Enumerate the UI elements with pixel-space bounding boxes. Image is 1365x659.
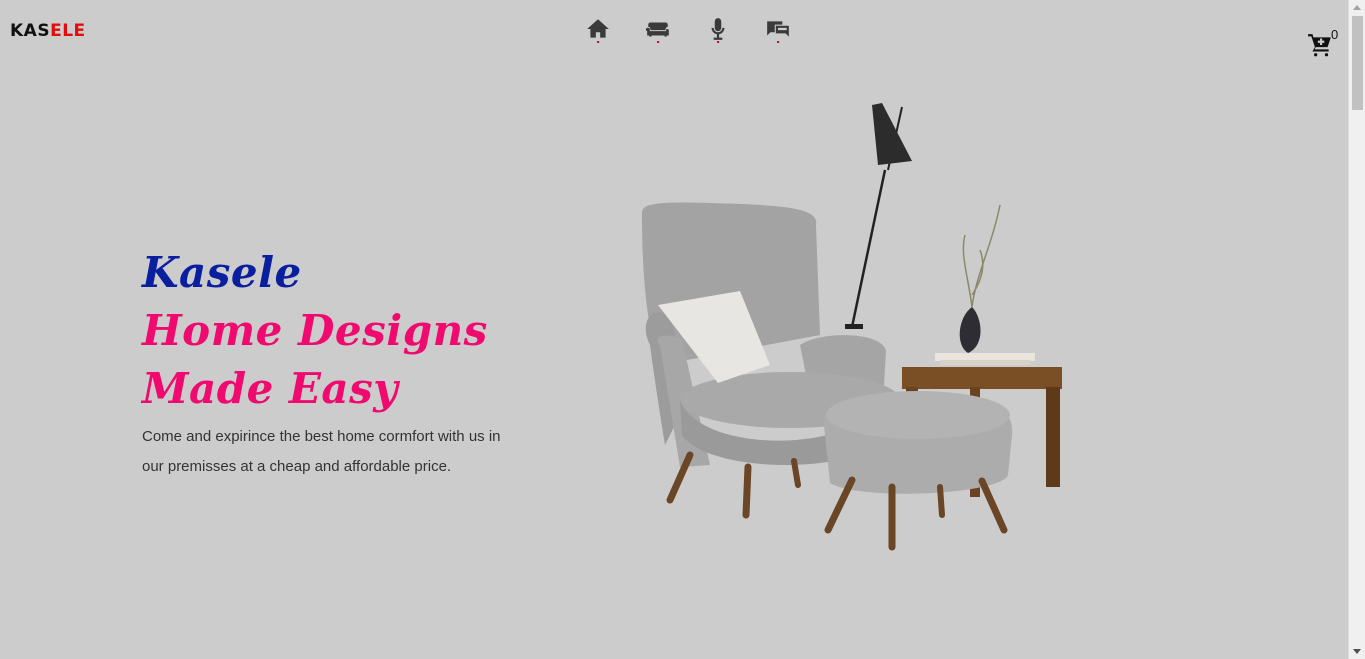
- hero-section: Kasele Home Designs Made Easy Come and e…: [142, 244, 522, 482]
- scrollbar-thumb[interactable]: [1352, 16, 1363, 110]
- brand-logo-part2: ELE: [50, 21, 86, 41]
- brand-logo[interactable]: KASELE: [10, 21, 86, 41]
- scroll-down-arrow-icon[interactable]: [1353, 649, 1361, 654]
- page-scrollbar[interactable]: [1348, 0, 1365, 659]
- contact-icon: [767, 21, 789, 37]
- hero-subtitle-line1: Home Designs: [142, 306, 488, 355]
- microphone-icon: [711, 18, 725, 40]
- nav-indicator: [597, 41, 599, 43]
- cart-plus-icon: [1308, 34, 1331, 57]
- hero-furniture-image: [642, 103, 1062, 551]
- brand-logo-part1: KAS: [10, 21, 51, 41]
- scroll-up-arrow-icon[interactable]: [1353, 5, 1361, 10]
- nav-contact[interactable]: [748, 16, 808, 46]
- cart-button[interactable]: [1307, 32, 1333, 62]
- hero-subtitle-line2: Made Easy: [142, 364, 399, 413]
- nav-voice[interactable]: [688, 16, 748, 46]
- nav-furniture[interactable]: [628, 16, 688, 46]
- floor-lamp: [845, 103, 912, 329]
- sofa-icon: [645, 22, 669, 37]
- cart-count-badge: 0: [1331, 27, 1339, 42]
- top-nav: [568, 16, 808, 46]
- nav-indicator: [717, 41, 719, 43]
- hero-description: Come and expirince the best home cormfor…: [142, 428, 501, 475]
- hero-title: Kasele: [142, 248, 302, 297]
- home-icon: [587, 19, 609, 38]
- nav-indicator: [777, 41, 779, 43]
- nav-indicator: [657, 41, 659, 43]
- nav-home[interactable]: [568, 16, 628, 46]
- ottoman: [823, 391, 1013, 551]
